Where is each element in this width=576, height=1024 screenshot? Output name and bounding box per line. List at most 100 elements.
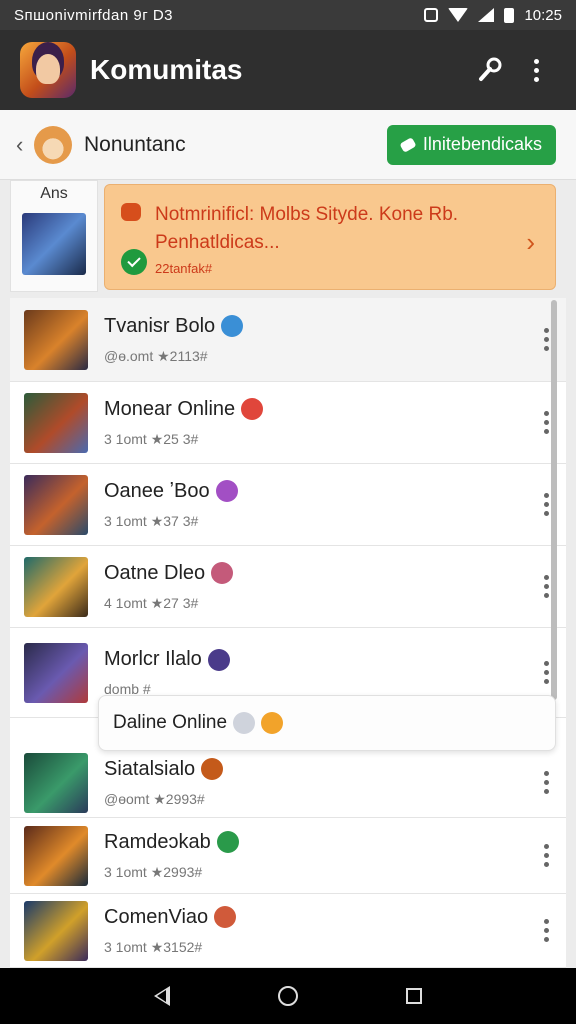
- overflow-menu-button[interactable]: [516, 50, 556, 90]
- item-menu-button[interactable]: [526, 844, 566, 867]
- kebab-icon: [533, 58, 539, 64]
- smile-face-icon: [261, 712, 284, 734]
- item-name-row: ComenViao: [104, 906, 526, 929]
- nav-recents-icon[interactable]: [406, 988, 422, 1004]
- game-thumbnail: [24, 392, 88, 453]
- list-item[interactable]: Monear Online 3 1omt ★25 3#: [10, 382, 566, 464]
- badge-icon: [201, 758, 224, 780]
- kebab-dot: [543, 937, 549, 942]
- item-name-row: Tvanisr Bolo: [104, 315, 526, 338]
- badge-icon: [221, 315, 244, 337]
- item-menu-button[interactable]: [526, 771, 566, 794]
- item-name: Siatalsialo: [104, 757, 196, 780]
- online-popup[interactable]: Daline Online: [98, 695, 556, 751]
- back-chevron-icon[interactable]: ‹: [16, 132, 30, 158]
- popup-text: Daline Online: [113, 712, 228, 733]
- list-item[interactable]: Oatne Dleo 4 1omt ★27 3#: [10, 546, 566, 628]
- item-menu-button[interactable]: [526, 575, 566, 598]
- kebab-dot: [543, 593, 549, 598]
- badge-icon: [211, 562, 234, 584]
- kebab-dot: [543, 502, 549, 507]
- kebab-dot: [543, 337, 549, 342]
- item-menu-button[interactable]: [526, 493, 566, 516]
- item-menu-button[interactable]: [526, 919, 566, 942]
- kebab-dot: [543, 679, 549, 684]
- kebab-dot: [543, 584, 549, 589]
- item-name: Morlcr Ilalo: [104, 648, 202, 670]
- badge-icon: [214, 906, 237, 928]
- kebab-icon: [543, 411, 549, 416]
- kebab-dot: [543, 420, 549, 425]
- game-thumbnail: [24, 556, 88, 617]
- item-menu-button[interactable]: [526, 328, 566, 351]
- page-title: Komumitas: [90, 54, 243, 85]
- notice-line1: Notmrinificl: Molbs Sityde. Kone Rb.: [155, 204, 459, 225]
- status-icons: 10:25: [424, 7, 562, 24]
- badge-icon: [216, 831, 239, 853]
- item-info: Ramdeɔkab 3 1omt ★2993#: [104, 831, 526, 881]
- kebab-dot: [543, 511, 549, 516]
- app-bar: Komumitas: [0, 30, 576, 110]
- chat-icon: [121, 203, 141, 221]
- item-meta: @ɵomt ★2993#: [104, 790, 205, 807]
- kebab-dot: [533, 76, 539, 82]
- game-thumbnail: [24, 474, 88, 535]
- kebab-icon: [543, 661, 549, 666]
- item-name: Oatne Dleo: [104, 561, 206, 584]
- item-meta: @ɵ.omt ★2113#: [104, 347, 208, 364]
- kebab-dot: [543, 346, 549, 351]
- list-item[interactable]: Oanee ʼBoo 3 1omt ★37 3#: [10, 464, 566, 546]
- featured-card[interactable]: Ans: [10, 180, 98, 292]
- list-item[interactable]: Ramdeɔkab 3 1omt ★2993#: [10, 818, 566, 894]
- game-thumbnail: [24, 752, 88, 813]
- kebab-dot: [543, 429, 549, 434]
- item-info: Siatalsialo @ɵomt ★2993#: [104, 758, 526, 808]
- scrollbar[interactable]: [551, 300, 557, 700]
- kebab-dot: [543, 670, 549, 675]
- join-button[interactable]: Ilnitebendicaks: [386, 124, 556, 165]
- item-info: Tvanisr Bolo @ɵ.omt ★2113#: [104, 315, 526, 365]
- item-meta: 3 1omt ★25 3#: [104, 430, 199, 447]
- item-name: Oanee ʼBoo: [104, 479, 210, 502]
- item-info: Monear Online 3 1omt ★25 3#: [104, 398, 526, 448]
- item-name: Monear Online: [104, 397, 236, 420]
- item-meta: 3 1omt ★37 3#: [104, 512, 199, 529]
- kebab-icon: [543, 771, 549, 776]
- item-info: Oanee ʼBoo 3 1omt ★37 3#: [104, 480, 526, 530]
- item-name-row: Monear Online: [104, 398, 526, 421]
- featured-label: Ans: [40, 185, 68, 202]
- notification-banner[interactable]: Notmrinificl: Molbs Sityde. Kone Rb. Pen…: [104, 184, 556, 290]
- item-menu-button[interactable]: [526, 661, 566, 684]
- subheader-title: Nonuntanc: [84, 132, 186, 156]
- game-thumbnail: [24, 642, 88, 703]
- item-menu-button[interactable]: [526, 411, 566, 434]
- nav-back-icon[interactable]: [154, 986, 170, 1006]
- check-icon: [121, 249, 147, 275]
- notice-meta: 22tanfak#: [155, 261, 213, 276]
- nav-home-icon[interactable]: [278, 986, 298, 1006]
- list-item[interactable]: Siatalsialo @ɵomt ★2993#: [10, 748, 566, 818]
- tag-icon: [399, 136, 417, 153]
- item-info: Oatne Dleo 4 1omt ★27 3#: [104, 562, 526, 612]
- item-name-row: Oatne Dleo: [104, 562, 526, 585]
- list-item[interactable]: ComenViao 3 1omt ★3152#: [10, 894, 566, 968]
- wrench-button[interactable]: [470, 50, 510, 90]
- nav-bar: [0, 968, 576, 1024]
- status-bar: Sпшоnivmirfdan 9г D3 10:25: [0, 0, 576, 30]
- item-info: ComenViao 3 1omt ★3152#: [104, 906, 526, 956]
- status-text: Sпшоnivmirfdan 9г D3: [14, 6, 174, 24]
- item-name-row: Morlcr Ilalo: [104, 648, 526, 671]
- app-logo: [20, 42, 76, 98]
- kebab-dot: [543, 780, 549, 785]
- item-meta: 4 1omt ★27 3#: [104, 594, 199, 611]
- list-item[interactable]: Tvanisr Bolo @ɵ.omt ★2113#: [10, 298, 566, 382]
- battery-icon: [504, 7, 515, 23]
- item-info: Morlcr Ilalo domb #: [104, 648, 526, 697]
- item-name: Ramdeɔkab: [104, 830, 211, 853]
- kebab-icon: [543, 919, 549, 924]
- notification-icon: [424, 8, 439, 22]
- neutral-face-icon: [233, 712, 256, 734]
- badge-icon: [215, 480, 238, 502]
- kebab-dot: [543, 928, 549, 933]
- game-thumbnail: [24, 900, 88, 961]
